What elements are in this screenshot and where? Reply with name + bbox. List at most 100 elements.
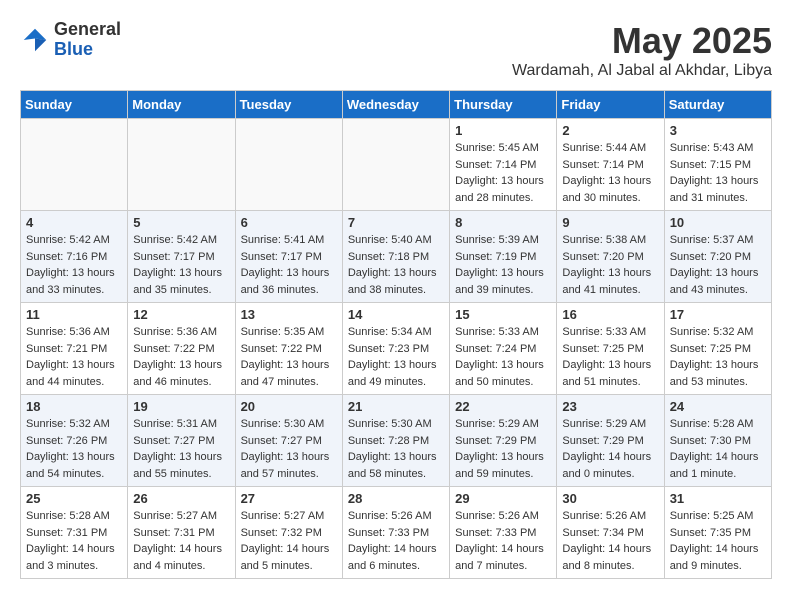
day-number: 2 <box>562 123 658 138</box>
calendar-cell: 21Sunrise: 5:30 AM Sunset: 7:28 PM Dayli… <box>342 395 449 487</box>
day-info: Sunrise: 5:41 AM Sunset: 7:17 PM Dayligh… <box>241 232 337 298</box>
calendar-cell: 26 Sunrise: 5:27 AM Sunset: 7:31 PM Dayli… <box>128 487 235 579</box>
calendar-week-row: 11Sunrise: 5:36 AM Sunset: 7:21 PM Dayli… <box>21 303 772 395</box>
calendar-cell: 31 Sunrise: 5:25 AM Sunset: 7:35 PM Dayli… <box>664 487 771 579</box>
day-number: 15 <box>455 307 551 322</box>
day-number: 18 <box>26 399 122 414</box>
day-info: Sunrise: 5:26 AM Sunset: 7:33 PM Dayligh… <box>348 508 444 574</box>
day-info: Sunrise: 5:27 AM Sunset: 7:32 PM Dayligh… <box>241 508 337 574</box>
calendar-cell: 22 Sunrise: 5:29 AM Sunset: 7:29 PM Dayli… <box>450 395 557 487</box>
day-number: 19 <box>133 399 229 414</box>
calendar-cell <box>235 119 342 211</box>
logo: General Blue <box>20 20 121 60</box>
calendar-cell: 3Sunrise: 5:43 AM Sunset: 7:15 PM Daylig… <box>664 119 771 211</box>
day-info: Sunrise: 5:35 AM Sunset: 7:22 PM Dayligh… <box>241 324 337 390</box>
calendar-cell: 24 Sunrise: 5:28 AM Sunset: 7:30 PM Dayli… <box>664 395 771 487</box>
day-info: Sunrise: 5:28 AM Sunset: 7:30 PM Dayligh… <box>670 416 766 482</box>
day-info: Sunrise: 5:29 AM Sunset: 7:29 PM Dayligh… <box>562 416 658 482</box>
day-number: 26 <box>133 491 229 506</box>
day-number: 13 <box>241 307 337 322</box>
calendar-cell: 2Sunrise: 5:44 AM Sunset: 7:14 PM Daylig… <box>557 119 664 211</box>
calendar-cell: 14 Sunrise: 5:34 AM Sunset: 7:23 PM Dayli… <box>342 303 449 395</box>
day-info: Sunrise: 5:42 AM Sunset: 7:17 PM Dayligh… <box>133 232 229 298</box>
calendar-cell: 27Sunrise: 5:27 AM Sunset: 7:32 PM Dayli… <box>235 487 342 579</box>
day-number: 9 <box>562 215 658 230</box>
day-header-friday: Friday <box>557 91 664 119</box>
day-info: Sunrise: 5:40 AM Sunset: 7:18 PM Dayligh… <box>348 232 444 298</box>
calendar-week-row: 1Sunrise: 5:45 AM Sunset: 7:14 PM Daylig… <box>21 119 772 211</box>
calendar-cell: 12 Sunrise: 5:36 AM Sunset: 7:22 PM Dayli… <box>128 303 235 395</box>
logo-blue-text: Blue <box>54 40 121 60</box>
day-info: Sunrise: 5:30 AM Sunset: 7:28 PM Dayligh… <box>348 416 444 482</box>
calendar-cell: 25Sunrise: 5:28 AM Sunset: 7:31 PM Dayli… <box>21 487 128 579</box>
day-number: 22 <box>455 399 551 414</box>
day-info: Sunrise: 5:42 AM Sunset: 7:16 PM Dayligh… <box>26 232 122 298</box>
calendar-cell: 11Sunrise: 5:36 AM Sunset: 7:21 PM Dayli… <box>21 303 128 395</box>
day-number: 28 <box>348 491 444 506</box>
day-header-sunday: Sunday <box>21 91 128 119</box>
day-info: Sunrise: 5:36 AM Sunset: 7:21 PM Dayligh… <box>26 324 122 390</box>
title-block: May 2025 Wardamah, Al Jabal al Akhdar, L… <box>512 20 772 80</box>
day-number: 14 <box>348 307 444 322</box>
day-number: 16 <box>562 307 658 322</box>
day-info: Sunrise: 5:33 AM Sunset: 7:25 PM Dayligh… <box>562 324 658 390</box>
calendar-cell <box>342 119 449 211</box>
calendar-cell: 16 Sunrise: 5:33 AM Sunset: 7:25 PM Dayli… <box>557 303 664 395</box>
day-number: 24 <box>670 399 766 414</box>
calendar-week-row: 4 Sunrise: 5:42 AM Sunset: 7:16 PM Daylig… <box>21 211 772 303</box>
calendar-cell <box>128 119 235 211</box>
location-subtitle: Wardamah, Al Jabal al Akhdar, Libya <box>512 62 772 80</box>
month-title: May 2025 <box>512 20 772 62</box>
day-info: Sunrise: 5:25 AM Sunset: 7:35 PM Dayligh… <box>670 508 766 574</box>
calendar-cell: 1Sunrise: 5:45 AM Sunset: 7:14 PM Daylig… <box>450 119 557 211</box>
day-info: Sunrise: 5:32 AM Sunset: 7:25 PM Dayligh… <box>670 324 766 390</box>
day-info: Sunrise: 5:27 AM Sunset: 7:31 PM Dayligh… <box>133 508 229 574</box>
calendar-cell: 18 Sunrise: 5:32 AM Sunset: 7:26 PM Dayli… <box>21 395 128 487</box>
day-info: Sunrise: 5:31 AM Sunset: 7:27 PM Dayligh… <box>133 416 229 482</box>
day-info: Sunrise: 5:30 AM Sunset: 7:27 PM Dayligh… <box>241 416 337 482</box>
day-info: Sunrise: 5:37 AM Sunset: 7:20 PM Dayligh… <box>670 232 766 298</box>
day-number: 8 <box>455 215 551 230</box>
day-header-saturday: Saturday <box>664 91 771 119</box>
day-info: Sunrise: 5:34 AM Sunset: 7:23 PM Dayligh… <box>348 324 444 390</box>
logo-general-text: General <box>54 20 121 40</box>
day-info: Sunrise: 5:29 AM Sunset: 7:29 PM Dayligh… <box>455 416 551 482</box>
day-header-wednesday: Wednesday <box>342 91 449 119</box>
day-info: Sunrise: 5:32 AM Sunset: 7:26 PM Dayligh… <box>26 416 122 482</box>
calendar-cell: 29Sunrise: 5:26 AM Sunset: 7:33 PM Dayli… <box>450 487 557 579</box>
day-info: Sunrise: 5:36 AM Sunset: 7:22 PM Dayligh… <box>133 324 229 390</box>
day-info: Sunrise: 5:39 AM Sunset: 7:19 PM Dayligh… <box>455 232 551 298</box>
calendar-cell: 4 Sunrise: 5:42 AM Sunset: 7:16 PM Daylig… <box>21 211 128 303</box>
logo-icon <box>20 25 50 55</box>
calendar-cell: 7 Sunrise: 5:40 AM Sunset: 7:18 PM Daylig… <box>342 211 449 303</box>
day-number: 23 <box>562 399 658 414</box>
calendar-header-row: SundayMondayTuesdayWednesdayThursdayFrid… <box>21 91 772 119</box>
day-number: 10 <box>670 215 766 230</box>
calendar-cell: 17Sunrise: 5:32 AM Sunset: 7:25 PM Dayli… <box>664 303 771 395</box>
day-number: 30 <box>562 491 658 506</box>
calendar-cell: 5 Sunrise: 5:42 AM Sunset: 7:17 PM Daylig… <box>128 211 235 303</box>
calendar-cell: 20 Sunrise: 5:30 AM Sunset: 7:27 PM Dayli… <box>235 395 342 487</box>
calendar-week-row: 25Sunrise: 5:28 AM Sunset: 7:31 PM Dayli… <box>21 487 772 579</box>
day-info: Sunrise: 5:26 AM Sunset: 7:33 PM Dayligh… <box>455 508 551 574</box>
day-info: Sunrise: 5:45 AM Sunset: 7:14 PM Dayligh… <box>455 140 551 206</box>
calendar-cell: 10 Sunrise: 5:37 AM Sunset: 7:20 PM Dayli… <box>664 211 771 303</box>
day-number: 4 <box>26 215 122 230</box>
day-number: 31 <box>670 491 766 506</box>
day-number: 5 <box>133 215 229 230</box>
calendar-cell: 8 Sunrise: 5:39 AM Sunset: 7:19 PM Daylig… <box>450 211 557 303</box>
day-info: Sunrise: 5:33 AM Sunset: 7:24 PM Dayligh… <box>455 324 551 390</box>
day-number: 6 <box>241 215 337 230</box>
day-number: 12 <box>133 307 229 322</box>
calendar-week-row: 18 Sunrise: 5:32 AM Sunset: 7:26 PM Dayli… <box>21 395 772 487</box>
calendar-cell: 19 Sunrise: 5:31 AM Sunset: 7:27 PM Dayli… <box>128 395 235 487</box>
calendar-cell: 23 Sunrise: 5:29 AM Sunset: 7:29 PM Dayli… <box>557 395 664 487</box>
day-number: 20 <box>241 399 337 414</box>
day-info: Sunrise: 5:28 AM Sunset: 7:31 PM Dayligh… <box>26 508 122 574</box>
calendar-cell <box>21 119 128 211</box>
day-number: 7 <box>348 215 444 230</box>
day-header-monday: Monday <box>128 91 235 119</box>
calendar-cell: 15 Sunrise: 5:33 AM Sunset: 7:24 PM Dayli… <box>450 303 557 395</box>
calendar-cell: 6 Sunrise: 5:41 AM Sunset: 7:17 PM Daylig… <box>235 211 342 303</box>
calendar-cell: 9Sunrise: 5:38 AM Sunset: 7:20 PM Daylig… <box>557 211 664 303</box>
